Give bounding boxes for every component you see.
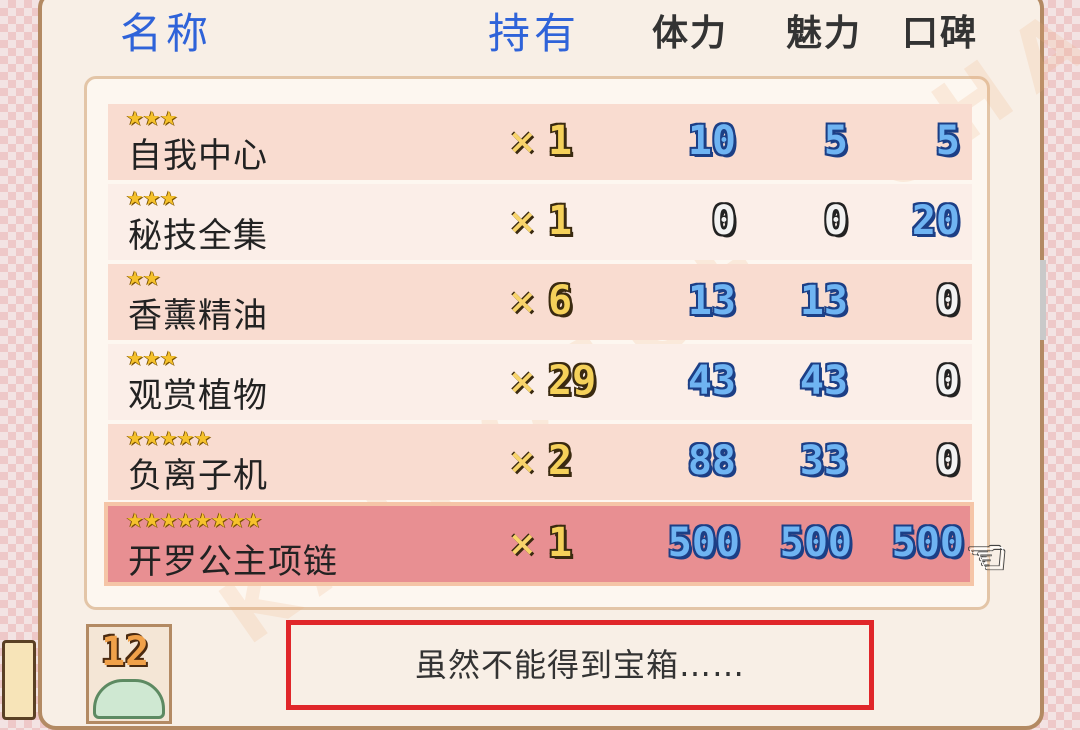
rarity-stars: ★★ <box>126 266 161 290</box>
column-header-charm: 魅力 <box>786 13 863 54</box>
times-mark: × <box>508 442 537 482</box>
item-name: 香薰精油 <box>128 296 268 336</box>
rarity-stars: ★★★ <box>126 106 178 130</box>
stat-stamina: 13 <box>687 278 736 324</box>
item-row[interactable]: ★★★ 观赏植物 × 29 43 43 0 <box>108 344 972 420</box>
pointing-hand-icon: ☜ <box>966 530 1008 584</box>
stat-charm: 0 <box>823 198 848 244</box>
rarity-stars: ★★★ <box>126 346 178 370</box>
column-header-name: 名称 <box>120 9 213 58</box>
message-box: 虽然不能得到宝箱…… <box>286 620 874 710</box>
times-mark: × <box>508 202 537 242</box>
calendar-number: 12 <box>101 629 150 675</box>
stat-reputation: 0 <box>935 438 960 484</box>
stat-charm: 33 <box>799 438 848 484</box>
column-header-reputation: 口碑 <box>902 13 979 54</box>
stat-reputation: 500 <box>891 520 964 566</box>
item-quantity: 1 <box>548 198 573 244</box>
stat-stamina: 500 <box>667 520 740 566</box>
calendar-widget[interactable]: 12 <box>86 624 172 724</box>
stat-stamina: 43 <box>687 358 736 404</box>
stat-reputation: 5 <box>935 118 960 164</box>
item-row[interactable]: ★★★ 秘技全集 × 1 0 0 20 <box>108 184 972 260</box>
clock-icon <box>93 679 165 719</box>
rarity-stars: ★★★★★ <box>126 426 212 450</box>
side-decoration <box>2 640 36 720</box>
stat-charm: 13 <box>799 278 848 324</box>
stat-charm: 500 <box>779 520 852 566</box>
column-header-stamina: 体力 <box>652 13 729 54</box>
item-name: 开罗公主项链 <box>128 542 338 582</box>
times-mark: × <box>508 282 537 322</box>
stat-charm: 43 <box>799 358 848 404</box>
stat-stamina: 88 <box>687 438 736 484</box>
item-quantity: 2 <box>548 438 573 484</box>
item-quantity: 6 <box>548 278 573 324</box>
rarity-stars: ★★★★★★★★ <box>126 508 262 532</box>
item-row[interactable]: ★★★★★ 负离子机 × 2 88 33 0 <box>108 424 972 500</box>
item-name: 观赏植物 <box>128 376 268 416</box>
item-row[interactable]: ★★ 香薰精油 × 6 13 13 0 <box>108 264 972 340</box>
item-name: 负离子机 <box>128 456 268 496</box>
item-name: 秘技全集 <box>128 216 268 256</box>
stat-stamina: 10 <box>687 118 736 164</box>
item-quantity: 1 <box>548 118 573 164</box>
item-name: 自我中心 <box>128 136 268 176</box>
rarity-stars: ★★★ <box>126 186 178 210</box>
stat-reputation: 0 <box>935 278 960 324</box>
times-mark: × <box>508 122 537 162</box>
times-mark: × <box>508 524 537 564</box>
stat-reputation: 20 <box>911 198 960 244</box>
stat-charm: 5 <box>823 118 848 164</box>
item-quantity: 1 <box>548 520 573 566</box>
item-row[interactable]: ★★★ 自我中心 × 1 10 5 5 <box>108 104 972 180</box>
stat-reputation: 0 <box>935 358 960 404</box>
scrollbar[interactable] <box>1040 260 1046 340</box>
item-row-selected[interactable]: ★★★★★★★★ 开罗公主项链 × 1 500 500 500 <box>104 502 974 586</box>
times-mark: × <box>508 362 537 402</box>
stat-stamina: 0 <box>711 198 736 244</box>
item-quantity: 29 <box>548 358 597 404</box>
column-header-owned: 持有 <box>488 9 581 58</box>
